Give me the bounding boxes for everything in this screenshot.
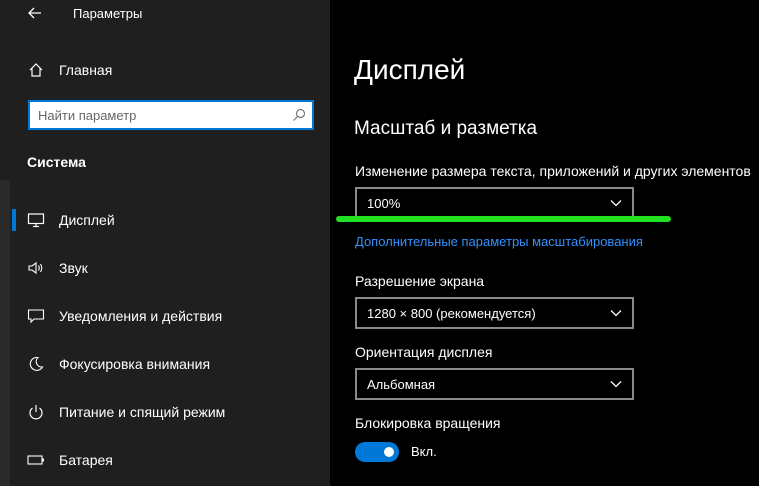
sidebar-item-label: Дисплей — [59, 212, 115, 228]
orientation-dropdown[interactable]: Альбомная — [355, 368, 634, 400]
rotation-lock-toggle[interactable] — [355, 442, 399, 462]
sidebar-item-home[interactable]: Главная — [0, 50, 330, 90]
scale-dropdown-value: 100% — [367, 196, 401, 211]
back-arrow-icon — [28, 7, 41, 19]
back-button[interactable] — [26, 4, 44, 22]
sidebar-item-label: Главная — [59, 62, 113, 78]
search-icon[interactable] — [292, 108, 306, 122]
toggle-knob — [384, 447, 394, 457]
sidebar-item-label: Уведомления и действия — [59, 308, 223, 324]
power-icon — [27, 403, 45, 421]
section-title: Система — [27, 154, 86, 170]
sidebar-item-sound[interactable]: Звук — [0, 248, 330, 288]
sidebar-item-power[interactable]: Питание и спящий режим — [0, 392, 330, 432]
sidebar: Параметры Главная Система Дисплей — [0, 0, 330, 486]
speaker-icon — [27, 259, 45, 277]
app-title: Параметры — [73, 6, 143, 21]
scale-label: Изменение размера текста, приложений и д… — [355, 163, 751, 179]
orientation-dropdown-value: Альбомная — [367, 377, 436, 392]
rotation-lock-label: Блокировка вращения — [355, 415, 501, 431]
selection-indicator — [12, 209, 16, 231]
resolution-dropdown[interactable]: 1280 × 800 (рекомендуется) — [355, 297, 634, 329]
advanced-scaling-link[interactable]: Дополнительные параметры масштабирования — [355, 234, 643, 249]
sidebar-item-label: Батарея — [59, 452, 113, 468]
sidebar-item-display[interactable]: Дисплей — [0, 200, 330, 240]
rotation-lock-state: Вкл. — [411, 444, 437, 459]
monitor-icon — [27, 211, 45, 229]
chevron-down-icon — [610, 310, 622, 317]
scale-dropdown[interactable]: 100% — [355, 187, 634, 219]
search-input[interactable] — [38, 106, 278, 124]
battery-icon — [27, 451, 45, 469]
page-title: Дисплей — [354, 54, 466, 85]
resolution-label: Разрешение экрана — [355, 273, 485, 289]
sidebar-item-label: Фокусировка внимания — [59, 356, 211, 372]
green-highlight-underline — [336, 216, 671, 222]
title-bar: Параметры — [0, 0, 330, 30]
sidebar-item-notifications[interactable]: Уведомления и действия — [0, 296, 330, 336]
home-icon — [27, 61, 45, 79]
sidebar-item-battery[interactable]: Батарея — [0, 440, 330, 480]
sidebar-item-label: Звук — [59, 260, 88, 276]
notification-icon — [27, 307, 45, 325]
sidebar-item-focus-assist[interactable]: Фокусировка внимания — [0, 344, 330, 384]
search-box[interactable] — [28, 100, 314, 130]
chevron-down-icon — [610, 200, 622, 207]
moon-icon — [27, 355, 45, 373]
sidebar-item-label: Питание и спящий режим — [59, 404, 226, 420]
resolution-dropdown-value: 1280 × 800 (рекомендуется) — [367, 306, 536, 321]
scale-section-title: Масштаб и разметка — [354, 118, 538, 139]
orientation-label: Ориентация дисплея — [355, 344, 493, 360]
chevron-down-icon — [610, 381, 622, 388]
main-content: Дисплей Масштаб и разметка Изменение раз… — [330, 0, 759, 486]
